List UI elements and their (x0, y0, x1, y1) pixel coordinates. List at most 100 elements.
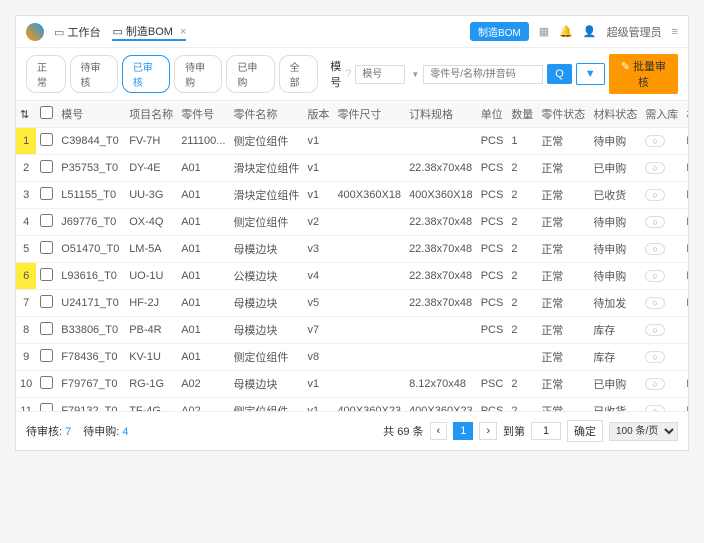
filter-mold[interactable] (355, 65, 405, 84)
row-check[interactable] (40, 322, 53, 335)
tab-normal[interactable]: 正常 (26, 55, 66, 93)
tab-all[interactable]: 全部 (279, 55, 319, 93)
cell-partname: 滑块定位组件 (229, 155, 303, 182)
nav-bom[interactable]: ▭ 制造BOM × (112, 23, 186, 41)
page-1[interactable]: 1 (453, 422, 473, 440)
cell-instock[interactable]: ○ (641, 182, 682, 209)
nav-workbench[interactable]: ▭ 工作台 (54, 24, 100, 40)
sort-icon[interactable]: ⇅ (20, 109, 29, 121)
cell-partname: 滑块定位组件 (229, 182, 303, 209)
close-icon[interactable]: × (180, 26, 186, 38)
row-check[interactable] (40, 268, 53, 281)
tab-tobuy[interactable]: 待申购 (174, 55, 222, 93)
tab-bought[interactable]: 已申购 (226, 55, 274, 93)
row-check[interactable] (40, 349, 53, 362)
select-all[interactable] (40, 106, 53, 119)
row-check[interactable] (40, 214, 53, 227)
col-header[interactable]: 零件状态 (537, 101, 589, 128)
prev-page[interactable]: ‹ (430, 422, 448, 440)
table-row[interactable]: 6 L93616_T0 UO-1U A01 公模边块 v4 22.38x70x4… (16, 263, 688, 290)
col-header[interactable]: 材料代码 (682, 101, 688, 128)
cell-qty: 2 (507, 155, 537, 182)
col-header[interactable]: 版本 (303, 101, 333, 128)
cell-project: DY-4E (125, 155, 177, 182)
cell-spec: 22.38x70x48 (405, 209, 477, 236)
badge-bom[interactable]: 制造BOM (470, 22, 529, 41)
row-check[interactable] (40, 376, 53, 389)
col-header[interactable]: 项目名称 (125, 101, 177, 128)
col-header[interactable]: 单位 (477, 101, 508, 128)
cell-instock[interactable]: ○ (641, 290, 682, 317)
col-header[interactable]: 材料状态 (589, 101, 641, 128)
row-check[interactable] (40, 133, 53, 146)
help-icon[interactable]: ? (345, 68, 351, 80)
table-row[interactable]: 9 F78436_T0 KV-1U A01 侧定位组件 v8 正常 库存 ○ (16, 344, 688, 371)
cell-partname: 母模边块 (229, 290, 303, 317)
user-name[interactable]: 超级管理员 (607, 24, 662, 40)
col-header[interactable]: 数量 (507, 101, 537, 128)
cell-mcode: M0000079 (682, 155, 688, 182)
col-header[interactable]: 需入库 (641, 101, 682, 128)
table-row[interactable]: 5 O51470_T0 LM-5A A01 母模边块 v3 22.38x70x4… (16, 236, 688, 263)
table-row[interactable]: 8 B33806_T0 PB-4R A01 母模边块 v7 PCS 2 正常 库… (16, 317, 688, 344)
table-row[interactable]: 4 J69776_T0 OX-4Q A01 侧定位组件 v2 22.38x70x… (16, 209, 688, 236)
next-page[interactable]: › (479, 422, 497, 440)
table-row[interactable]: 7 U24171_T0 HF-2J A01 母模边块 v5 22.38x70x4… (16, 290, 688, 317)
row-num: 7 (16, 290, 36, 317)
table-row[interactable]: 1 C39844_T0 FV-7H 211100... 侧定位组件 v1 PCS… (16, 128, 688, 155)
row-check[interactable] (40, 160, 53, 173)
tab-pending[interactable]: 待审核 (70, 55, 118, 93)
go-button[interactable]: 确定 (567, 420, 603, 442)
table-row[interactable]: 3 L51155_T0 UU-3G A01 滑块定位组件 v1 400X360X… (16, 182, 688, 209)
cell-instock[interactable]: ○ (641, 236, 682, 263)
cell-size (333, 155, 405, 182)
cell-instock[interactable]: ○ (641, 371, 682, 398)
cell-mstate: 已收货 (589, 182, 641, 209)
row-check[interactable] (40, 295, 53, 308)
cell-instock[interactable]: ○ (641, 155, 682, 182)
header: ▭ 工作台 ▭ 制造BOM × 制造BOM ▦ 🔔 👤 超级管理员 ≡ (16, 16, 688, 48)
cell-instock[interactable]: ○ (641, 209, 682, 236)
batch-approve-button[interactable]: ✎ 批量审核 (609, 54, 678, 94)
cell-spec (405, 128, 477, 155)
cell-mcode: M0000079 (682, 236, 688, 263)
grid-icon[interactable]: ▦ (539, 25, 549, 38)
row-check[interactable] (40, 241, 53, 254)
tab-approved[interactable]: 已审核 (122, 55, 170, 93)
col-header[interactable]: 零件尺寸 (333, 101, 405, 128)
row-num: 6 (16, 263, 36, 290)
table-row[interactable]: 2 P35753_T0 DY-4E A01 滑块定位组件 v1 22.38x70… (16, 155, 688, 182)
search-button[interactable]: Q (547, 64, 572, 84)
cell-instock[interactable]: ○ (641, 317, 682, 344)
row-check[interactable] (40, 403, 53, 411)
cell-mold: O51470_T0 (57, 236, 125, 263)
table-row[interactable]: 10 F79767_T0 RG-1G A02 母模边块 v1 8.12x70x4… (16, 371, 688, 398)
cell-instock[interactable]: ○ (641, 263, 682, 290)
filter-button[interactable]: ▼ (576, 63, 605, 85)
cell-mcode: M0000079 (682, 371, 688, 398)
cell-instock[interactable]: ○ (641, 398, 682, 412)
table-scroll[interactable]: ⇅ 模号项目名称零件号零件名称版本零件尺寸订料规格单位数量零件状态材料状态需入库材… (16, 101, 688, 411)
table-row[interactable]: 11 F79132_T0 TF-4G A02 侧定位组件 v1 400X360X… (16, 398, 688, 412)
data-table: ⇅ 模号项目名称零件号零件名称版本零件尺寸订料规格单位数量零件状态材料状态需入库材… (16, 101, 688, 411)
col-header[interactable]: 零件号 (177, 101, 229, 128)
chevron-down-icon[interactable]: ▼ (411, 70, 419, 79)
cell-spec: 22.38x70x48 (405, 155, 477, 182)
col-header[interactable]: 零件名称 (229, 101, 303, 128)
search-input[interactable] (423, 65, 543, 84)
avatar-icon: 👤 (583, 25, 597, 38)
cell-instock[interactable]: ○ (641, 344, 682, 371)
bell-icon[interactable]: 🔔 (559, 25, 573, 38)
cell-mcode: M0000079 (682, 209, 688, 236)
cell-mcode (682, 317, 688, 344)
row-check[interactable] (40, 187, 53, 200)
cell-qty: 2 (507, 182, 537, 209)
cell-mold: F79132_T0 (57, 398, 125, 412)
col-header[interactable]: 模号 (57, 101, 125, 128)
page-input[interactable] (531, 422, 561, 440)
cell-spec: 22.38x70x48 (405, 236, 477, 263)
col-header[interactable]: 订料规格 (405, 101, 477, 128)
menu-icon[interactable]: ≡ (672, 26, 678, 38)
page-size[interactable]: 100 条/页 (609, 422, 678, 441)
cell-instock[interactable]: ○ (641, 128, 682, 155)
